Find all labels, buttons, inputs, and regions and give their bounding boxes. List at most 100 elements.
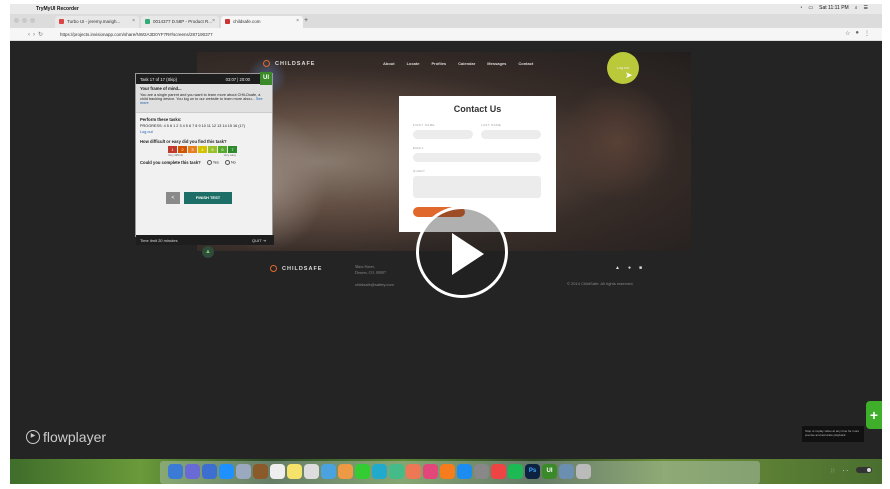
rocket-icon[interactable]	[202, 464, 217, 479]
photoshop-icon[interactable]: Ps	[525, 464, 540, 479]
speed-control[interactable]: ◔ ◔	[842, 468, 848, 473]
twitter-icon[interactable]: ●	[628, 265, 631, 271]
nav-messages[interactable]: Messages	[487, 61, 506, 66]
battery-icon[interactable]: ▭	[808, 5, 813, 11]
books-icon[interactable]	[440, 464, 455, 479]
logout-button[interactable]: Log out	[607, 52, 639, 84]
contact-title: Contact Us	[453, 104, 502, 114]
trash-icon[interactable]	[576, 464, 591, 479]
nav-locate[interactable]: Locate	[407, 61, 420, 66]
rating-option[interactable]: 6	[218, 146, 227, 153]
first-name-field[interactable]	[413, 130, 473, 139]
site-favicon-icon	[145, 19, 150, 24]
address-bar: ‹›↻ https://projects.invisionapp.com/sha…	[10, 28, 882, 41]
profile-icon[interactable]: ●	[855, 30, 859, 37]
finder-icon[interactable]	[168, 464, 183, 479]
maps-icon[interactable]	[321, 464, 336, 479]
window-controls[interactable]	[14, 18, 35, 23]
menu-list-icon[interactable]: ☰	[864, 5, 868, 11]
site-logo[interactable]: CHILDSAFE	[263, 60, 315, 67]
player-controls: ⛶ ◔ ◔	[831, 467, 872, 473]
rating-option[interactable]: 5	[208, 146, 217, 153]
browser-actions: ☆ ● ⋮	[845, 30, 870, 37]
footer-address: Main Street, Denver, CO, 80007	[355, 264, 387, 275]
task-panel: Task 17 of 17 (Skip) 03:07 | 20:00 UI Yo…	[135, 72, 274, 245]
email-field[interactable]	[413, 153, 541, 162]
footer-logo[interactable]: CHILDSAFE	[270, 265, 322, 272]
nav-arrows[interactable]: ‹›↻	[28, 31, 46, 38]
rating-option[interactable]: 4	[198, 146, 207, 153]
footer-email[interactable]: childsafe@safety.com	[355, 282, 394, 287]
kebab-menu-icon[interactable]: ⋮	[864, 30, 870, 37]
rating-option[interactable]: 2	[178, 146, 187, 153]
notes-icon[interactable]	[287, 464, 302, 479]
nav-calendar[interactable]: Calendar	[458, 61, 475, 66]
instagram-icon[interactable]: ■	[639, 265, 642, 271]
add-note-button[interactable]: +	[866, 401, 882, 429]
close-tab-icon[interactable]: ×	[132, 18, 135, 24]
task-logout-link[interactable]: Log out	[140, 130, 268, 134]
back-button[interactable]: <	[166, 192, 180, 204]
site-favicon-icon	[225, 19, 230, 24]
menubar-app-name[interactable]: TryMyUI Recorder	[36, 6, 79, 12]
browser-tab[interactable]: 0014377 D.58P - Product R... ×	[141, 16, 219, 28]
launchpad-icon[interactable]	[185, 464, 200, 479]
hd-toggle[interactable]	[856, 467, 872, 473]
close-tab-icon[interactable]: ×	[296, 18, 299, 24]
mail-icon[interactable]	[236, 464, 251, 479]
flowplayer-logo[interactable]: ▶ flowplayer	[26, 429, 106, 445]
scenario-text: You are a single parent and you want to …	[140, 93, 261, 101]
app-store-icon[interactable]	[457, 464, 472, 479]
browser-tab[interactable]: Turbo UI - jeremy.marigh... ×	[55, 16, 139, 28]
quit-button[interactable]: QUIT ⇥	[252, 238, 266, 243]
play-circle-icon: ▶	[26, 430, 40, 444]
facetime-icon[interactable]	[372, 464, 387, 479]
query-field[interactable]	[413, 176, 541, 198]
finish-test-button[interactable]: FINISH TEST	[184, 192, 232, 204]
photos-icon[interactable]	[338, 464, 353, 479]
rating-option[interactable]: 7	[228, 146, 237, 153]
rating-option[interactable]: 1	[168, 146, 177, 153]
keynote-icon[interactable]	[406, 464, 421, 479]
screen-icon[interactable]	[559, 464, 574, 479]
star-icon[interactable]: ☆	[845, 30, 850, 37]
menubar-clock[interactable]: Sat 11:11 PM	[819, 5, 849, 11]
search-icon[interactable]: ⌕	[855, 5, 858, 11]
nav-profiles[interactable]: Profiles	[431, 61, 446, 66]
nav-contact[interactable]: Contact	[518, 61, 533, 66]
chevron-up-icon[interactable]: ▲	[202, 246, 214, 258]
browser-tabbar: Turbo UI - jeremy.marigh... × 0014377 D.5…	[10, 14, 882, 28]
progress-text: PROGRESS: 4 5 6 1 2 3 4 5 6 7 8 9 10 11 …	[140, 124, 246, 128]
trymyui-icon[interactable]: UI	[542, 464, 557, 479]
music-icon[interactable]	[423, 464, 438, 479]
numbers-icon[interactable]	[389, 464, 404, 479]
settings-icon[interactable]	[474, 464, 489, 479]
facebook-icon[interactable]: ▲	[615, 265, 620, 271]
no-radio[interactable]: No	[224, 160, 236, 165]
player-tooltip: Stop or replay video at any time for mor…	[802, 426, 864, 442]
calendar-icon[interactable]	[270, 464, 285, 479]
logo-ring-icon	[263, 60, 270, 67]
task-counter[interactable]: Task 17 of 17 (Skip)	[140, 77, 177, 82]
fullscreen-icon[interactable]: ⛶	[831, 468, 834, 473]
last-name-field[interactable]	[481, 130, 541, 139]
chrome-icon[interactable]	[491, 464, 506, 479]
safari-icon[interactable]	[219, 464, 234, 479]
nav-about[interactable]: About	[383, 61, 395, 66]
contacts-icon[interactable]	[253, 464, 268, 479]
task-footer: Time limit 20 minutes QUIT ⇥	[136, 235, 274, 245]
close-tab-icon[interactable]: ×	[212, 18, 215, 24]
spotify-icon[interactable]	[508, 464, 523, 479]
reminders-icon[interactable]	[304, 464, 319, 479]
messages-icon[interactable]	[355, 464, 370, 479]
rating-option[interactable]: 3	[188, 146, 197, 153]
wifi-icon[interactable]: ◔	[799, 5, 802, 11]
logo-ring-icon	[270, 265, 277, 272]
new-tab-button[interactable]: +	[304, 17, 308, 24]
first-name-label: FIRST NAME	[413, 123, 435, 127]
task-buttons: < FINISH TEST	[166, 192, 232, 204]
url-field[interactable]: https://projects.invisionapp.com/share/N…	[60, 32, 213, 37]
mac-dock: Ps UI ⛶ ◔ ◔	[10, 459, 882, 484]
browser-tab-active[interactable]: childsafe.com ×	[221, 16, 303, 28]
yes-radio[interactable]: Yes	[206, 160, 219, 165]
